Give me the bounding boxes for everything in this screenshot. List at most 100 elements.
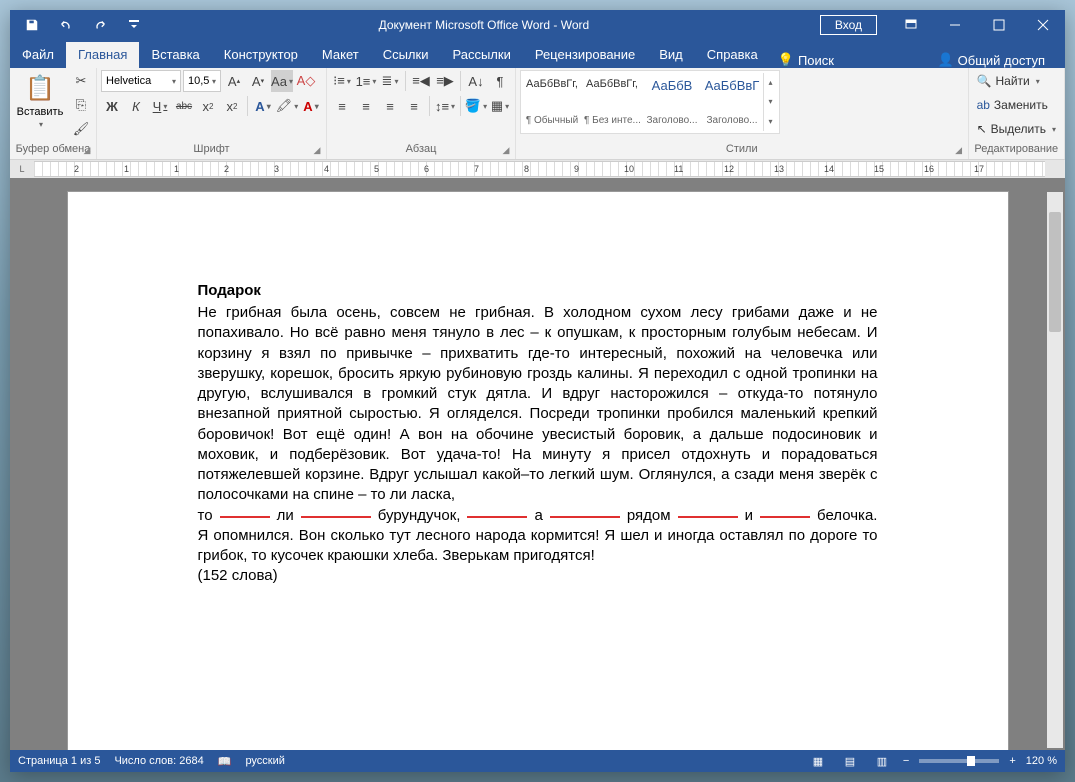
cursor-icon: ↖ [977,122,987,136]
paragraph-launcher-icon[interactable]: ◢ [499,143,513,157]
tab-insert[interactable]: Вставка [139,42,211,68]
strike-button[interactable]: abc [173,95,195,117]
zoom-out-icon[interactable]: − [903,755,909,767]
qat-customize-icon[interactable] [120,11,148,39]
share-button[interactable]: 👤 Общий доступ [929,52,1053,68]
grow-font-icon[interactable]: A▴ [223,70,245,92]
minimize-icon[interactable] [933,10,977,40]
dec-indent-icon[interactable]: ≡◀ [410,70,432,92]
highlight-icon[interactable]: 🖍▾ [276,95,298,117]
bullets-icon[interactable]: ⁝≡▾ [331,70,353,92]
clipboard-launcher-icon[interactable]: ◢ [80,143,94,157]
quick-access-toolbar [10,11,148,39]
status-words[interactable]: Число слов: 2684 [114,755,203,767]
print-layout-icon[interactable]: ▤ [839,752,861,770]
style-heading1[interactable]: АаБбВЗаголово... [643,73,701,131]
undo-icon[interactable] [52,11,80,39]
group-paragraph: ⁝≡▾ 1≡▾ ≣▾ ≡◀ ≡▶ A↓ ¶ ≡ ≡ ≡ ≡ [327,68,516,159]
style-normal[interactable]: АаБбВвГг,¶ Обычный [523,73,581,131]
ribbon-tabs: Файл Главная Вставка Конструктор Макет С… [10,40,1065,68]
style-no-spacing[interactable]: АаБбВвГг,¶ Без инте... [583,73,641,131]
clear-format-icon[interactable]: A◇ [295,70,317,92]
tab-selector[interactable]: L [10,164,34,174]
copy-icon[interactable]: ⎘ [70,94,92,116]
styles-more-icon[interactable]: ▴▾▾ [763,73,777,131]
doc-title: Подарок [198,282,878,299]
zoom-level[interactable]: 120 % [1026,755,1057,767]
doc-body: Не грибная была осень, совсем не грибная… [198,303,878,587]
maximize-icon[interactable] [977,10,1021,40]
status-page[interactable]: Страница 1 из 5 [18,755,100,767]
tab-file[interactable]: Файл [10,42,66,68]
tell-me-search[interactable]: 💡 Поиск [770,52,842,68]
multilevel-icon[interactable]: ≣▾ [379,70,401,92]
shading-icon[interactable]: 🪣▾ [465,95,487,117]
align-center-icon[interactable]: ≡ [355,95,377,117]
status-language[interactable]: русский [245,755,284,767]
text-effects-icon[interactable]: A▾ [252,95,274,117]
superscript-icon[interactable]: x2 [221,95,243,117]
web-layout-icon[interactable]: ▥ [871,752,893,770]
vertical-scrollbar[interactable] [1047,192,1063,748]
proofing-icon[interactable]: 📖 [218,755,232,768]
tab-review[interactable]: Рецензирование [523,42,647,68]
font-launcher-icon[interactable]: ◢ [310,143,324,157]
read-mode-icon[interactable]: ▦ [807,752,829,770]
ribbon-display-icon[interactable] [889,10,933,40]
find-button[interactable]: 🔍Найти▾ [973,70,1060,92]
person-icon: 👤 [937,52,953,68]
line-spacing-icon[interactable]: ↕≡▾ [434,95,456,117]
shrink-font-icon[interactable]: A▾ [247,70,269,92]
show-marks-icon[interactable]: ¶ [489,70,511,92]
underline-button[interactable]: Ч▾ [149,95,171,117]
align-right-icon[interactable]: ≡ [379,95,401,117]
tab-references[interactable]: Ссылки [371,42,441,68]
format-painter-icon[interactable]: 🖌 [70,118,92,140]
group-styles: АаБбВвГг,¶ Обычный АаБбВвГг,¶ Без инте..… [516,68,969,159]
paste-button[interactable]: 📋 Вставить ▾ [14,70,66,131]
bold-button[interactable]: Ж [101,95,123,117]
font-color-icon[interactable]: A▾ [300,95,322,117]
tab-design[interactable]: Конструктор [212,42,310,68]
signin-button[interactable]: Вход [820,15,877,35]
subscript-icon[interactable]: x2 [197,95,219,117]
close-icon[interactable] [1021,10,1065,40]
align-left-icon[interactable]: ≡ [331,95,353,117]
zoom-slider[interactable] [919,759,999,763]
tab-help[interactable]: Справка [695,42,770,68]
justify-icon[interactable]: ≡ [403,95,425,117]
inc-indent-icon[interactable]: ≡▶ [434,70,456,92]
styles-launcher-icon[interactable]: ◢ [952,143,966,157]
sort-icon[interactable]: A↓ [465,70,487,92]
document-area[interactable]: Подарок Не грибная была осень, совсем не… [10,178,1065,750]
borders-icon[interactable]: ▦▾ [489,95,511,117]
tab-home[interactable]: Главная [66,42,139,68]
replace-button[interactable]: abЗаменить [973,94,1060,116]
group-clipboard: 📋 Вставить ▾ ✂ ⎘ 🖌 Буфер обмена ◢ [10,68,97,159]
font-name-combo[interactable]: Helvetica▾ [101,70,181,92]
statusbar: Страница 1 из 5 Число слов: 2684 📖 русск… [10,750,1065,772]
scrollbar-thumb[interactable] [1049,212,1061,332]
clipboard-icon: 📋 [24,72,56,104]
replace-icon: ab [977,98,990,112]
page[interactable]: Подарок Не грибная была осень, совсем не… [68,192,1008,750]
select-button[interactable]: ↖Выделить▾ [973,118,1060,140]
font-size-combo[interactable]: 10,5▾ [183,70,221,92]
zoom-in-icon[interactable]: + [1009,755,1015,767]
titlebar: Документ Microsoft Office Word - Word Вх… [10,10,1065,40]
change-case-icon[interactable]: Aa▾ [271,70,293,92]
tab-mailings[interactable]: Рассылки [440,42,522,68]
tab-view[interactable]: Вид [647,42,695,68]
cut-icon[interactable]: ✂ [70,70,92,92]
tab-layout[interactable]: Макет [310,42,371,68]
italic-button[interactable]: К [125,95,147,117]
search-icon: 🔍 [977,74,992,88]
redo-icon[interactable] [86,11,114,39]
ribbon: 📋 Вставить ▾ ✂ ⎘ 🖌 Буфер обмена ◢ Helvet… [10,68,1065,160]
style-heading2[interactable]: АаБбВвГЗаголово... [703,73,761,131]
horizontal-ruler[interactable]: 3211234567891011121314151617 [34,161,1045,177]
save-icon[interactable] [18,11,46,39]
numbering-icon[interactable]: 1≡▾ [355,70,377,92]
group-font: Helvetica▾ 10,5▾ A▴ A▾ Aa▾ A◇ Ж К Ч▾ abc… [97,68,327,159]
word-window: Документ Microsoft Office Word - Word Вх… [10,10,1065,772]
